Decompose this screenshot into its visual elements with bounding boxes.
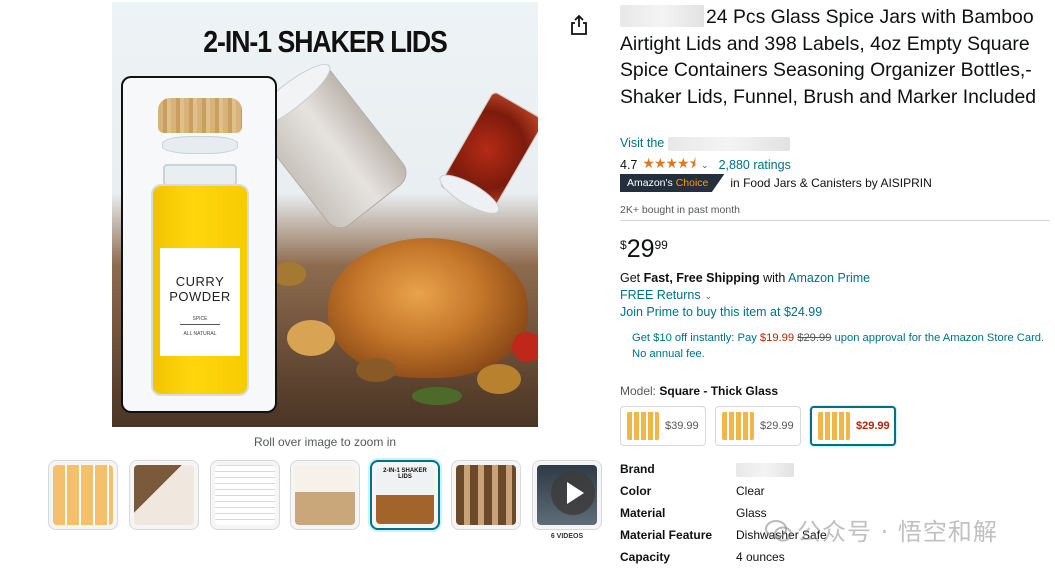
thumbnail-video[interactable] — [532, 460, 602, 530]
divider — [620, 220, 1050, 221]
product-title: 24 Pcs Glass Spice Jars with Bamboo Airt… — [620, 5, 1037, 108]
thumbnail[interactable] — [290, 460, 360, 530]
bamboo-lid — [158, 98, 242, 133]
roast-chicken — [328, 238, 528, 378]
video-count: 6 VIDEOS — [550, 533, 584, 540]
play-icon[interactable] — [551, 471, 595, 515]
free-returns-link[interactable]: FREE Returns ⌄ — [620, 288, 712, 302]
amazons-choice-badge: Amazon's Choice — [620, 174, 725, 192]
amazon-prime-link[interactable]: Amazon Prime — [788, 271, 870, 285]
model-option[interactable]: $29.99 — [715, 406, 801, 446]
shaker-jar-chili — [434, 90, 538, 221]
image-banner-text: 2-IN-1 SHAKER LIDS — [203, 24, 448, 59]
bought-count: 2K+ bought in past month — [620, 204, 740, 216]
redacted-brand — [620, 5, 704, 27]
main-product-image[interactable]: 2-IN-1 SHAKER LIDS CURRY POWDER SPICE AL… — [112, 2, 538, 427]
model-option-selected[interactable]: $29.99 — [810, 406, 896, 446]
thumbnail[interactable] — [48, 460, 118, 530]
join-prime-link[interactable]: Join Prime to buy this item at $24.99 — [620, 305, 822, 319]
wechat-icon — [765, 520, 792, 542]
visit-store-link[interactable]: Visit the — [620, 136, 791, 151]
chevron-down-icon: ⌄ — [704, 291, 713, 301]
choice-category[interactable]: in Food Jars & Canisters by AISIPRIN — [730, 176, 931, 190]
shipping-info: Get Fast, Free Shipping with Amazon Prim… — [620, 271, 871, 285]
store-card-offer[interactable]: Get $10 off instantly: Pay $19.99 $29.99… — [620, 330, 1050, 368]
redacted-store-name — [668, 136, 791, 151]
thumbnail-selected[interactable]: 2-IN-1 SHAKER LIDS — [370, 460, 440, 530]
price: $ 29 99 — [620, 235, 668, 263]
thumbnail[interactable] — [210, 460, 280, 530]
model-option[interactable]: $39.99 — [620, 406, 706, 446]
zoom-hint: Roll over image to zoom in — [253, 435, 397, 449]
ratings-count-link[interactable]: 2,880 ratings — [719, 158, 791, 172]
thumbnail[interactable] — [451, 460, 521, 530]
rating-value: 4.7 — [620, 158, 638, 172]
model-selector-label: Model: Square - Thick Glass — [620, 384, 779, 398]
share-icon[interactable] — [569, 14, 589, 36]
redacted-brand-value — [736, 462, 794, 477]
amazons-choice-row: Amazon's Choice in Food Jars & Canisters… — [620, 174, 932, 192]
chevron-down-icon[interactable]: ⌄ — [701, 160, 709, 171]
watermark: 公众号 · 悟空和解 — [765, 512, 998, 547]
jar-label: CURRY POWDER SPICE ALL NATURAL — [160, 248, 240, 356]
jar-card: CURRY POWDER SPICE ALL NATURAL — [121, 76, 277, 413]
thumbnail[interactable] — [129, 460, 199, 530]
